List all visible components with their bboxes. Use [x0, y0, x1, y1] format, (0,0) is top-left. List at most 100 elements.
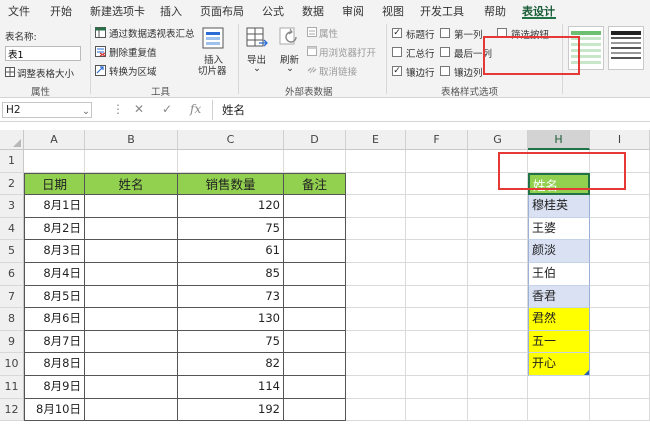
grid-cell[interactable]: [406, 195, 468, 218]
grid-cell[interactable]: [178, 150, 284, 173]
grid-cell[interactable]: [528, 398, 590, 422]
name-cell[interactable]: [85, 240, 178, 263]
remark-cell[interactable]: [284, 308, 346, 331]
row-header[interactable]: 9: [0, 330, 24, 354]
grid-cell[interactable]: [406, 398, 468, 422]
column-header-c[interactable]: C: [178, 130, 284, 150]
date-cell[interactable]: 8月7日: [24, 330, 85, 354]
date-cell[interactable]: 8月9日: [24, 376, 85, 399]
row-header[interactable]: 5: [0, 240, 24, 263]
convert-to-range-button[interactable]: 转换为区域: [95, 64, 195, 78]
tab-item[interactable]: 文件: [8, 3, 30, 19]
date-cell[interactable]: 8月3日: [24, 240, 85, 263]
grid-cell[interactable]: [346, 353, 406, 376]
remark-cell[interactable]: [284, 240, 346, 263]
grid-cell[interactable]: [590, 330, 650, 354]
grid-cell[interactable]: [468, 398, 528, 422]
grid-cell[interactable]: [406, 263, 468, 286]
quantity-cell[interactable]: 130: [178, 308, 284, 331]
table-style-thumbnail-dark[interactable]: [608, 26, 644, 70]
name-list-cell[interactable]: 开心: [528, 353, 590, 376]
date-cell[interactable]: 8月8日: [24, 353, 85, 376]
grid-cell[interactable]: [406, 172, 468, 196]
grid-cell[interactable]: [406, 150, 468, 173]
quantity-cell[interactable]: 120: [178, 195, 284, 218]
name-list-cell[interactable]: 五一: [528, 330, 590, 354]
remark-cell[interactable]: [284, 398, 346, 422]
name-list-cell[interactable]: 王婆: [528, 217, 590, 241]
date-cell[interactable]: 8月2日: [24, 217, 85, 241]
insert-function-icon[interactable]: fx: [190, 102, 201, 116]
tab-item[interactable]: 数据: [302, 3, 324, 19]
grid-cell[interactable]: [406, 240, 468, 263]
row-header[interactable]: 10: [0, 353, 24, 376]
remark-cell[interactable]: [284, 263, 346, 286]
tab-item[interactable]: 开发工具: [420, 3, 464, 19]
banded-rows-check[interactable]: ✓: [392, 66, 402, 76]
date-cell[interactable]: 8月10日: [24, 398, 85, 422]
remark-cell[interactable]: [284, 353, 346, 376]
grid-cell[interactable]: [528, 376, 590, 399]
table-header-cell[interactable]: 日期: [24, 172, 85, 196]
grid-cell[interactable]: [590, 240, 650, 263]
column-header-e[interactable]: E: [346, 130, 406, 150]
tab-item[interactable]: 新建选项卡: [90, 3, 145, 19]
column-header-g[interactable]: G: [468, 130, 528, 150]
confirm-icon[interactable]: ✓: [162, 102, 172, 116]
remark-cell[interactable]: [284, 330, 346, 354]
grid-cell[interactable]: [346, 398, 406, 422]
grid-cell[interactable]: [468, 195, 528, 218]
grid-cell[interactable]: [590, 195, 650, 218]
table-header-cell[interactable]: 备注: [284, 172, 346, 196]
tab-item[interactable]: 帮助: [484, 3, 506, 19]
name-cell[interactable]: [85, 308, 178, 331]
name-cell[interactable]: [85, 353, 178, 376]
row-header[interactable]: 4: [0, 217, 24, 241]
column-header-b[interactable]: B: [85, 130, 178, 150]
grid-cell[interactable]: [346, 376, 406, 399]
grid-cell[interactable]: [468, 217, 528, 241]
export-button[interactable]: 导出 ⌄: [242, 25, 272, 81]
last-column-check[interactable]: [440, 47, 450, 57]
grid-cell[interactable]: [346, 308, 406, 331]
total-row-checkbox[interactable]: 汇总行: [392, 46, 442, 60]
tab-item[interactable]: 开始: [50, 3, 72, 19]
column-header-a[interactable]: A: [24, 130, 85, 150]
cancel-icon[interactable]: ✕: [134, 102, 144, 116]
name-list-cell[interactable]: 君然: [528, 308, 590, 331]
quantity-cell[interactable]: 192: [178, 398, 284, 422]
column-header-d[interactable]: D: [284, 130, 346, 150]
column-header-i[interactable]: I: [590, 130, 650, 150]
grid-cell[interactable]: [406, 376, 468, 399]
grid-cell[interactable]: [590, 398, 650, 422]
refresh-button[interactable]: 刷新 ⌄: [275, 25, 305, 81]
name-list-cell[interactable]: 穆桂英: [528, 195, 590, 218]
quantity-cell[interactable]: 82: [178, 353, 284, 376]
table-name-input[interactable]: [5, 46, 81, 61]
total-row-check[interactable]: [392, 47, 402, 57]
remark-cell[interactable]: [284, 217, 346, 241]
grid-cell[interactable]: [468, 285, 528, 309]
grid-cell[interactable]: [468, 308, 528, 331]
grid-cell[interactable]: [346, 217, 406, 241]
tab-item[interactable]: 视图: [382, 3, 404, 19]
quantity-cell[interactable]: 61: [178, 240, 284, 263]
banded-rows-checkbox[interactable]: ✓ 镶边行: [392, 65, 442, 79]
grid-cell[interactable]: [590, 308, 650, 331]
grid-cell[interactable]: [468, 330, 528, 354]
row-header[interactable]: 1: [0, 150, 24, 173]
formula-input[interactable]: 姓名: [222, 102, 245, 118]
row-header[interactable]: 2: [0, 172, 24, 196]
remark-cell[interactable]: [284, 195, 346, 218]
remark-cell[interactable]: [284, 376, 346, 399]
quantity-cell[interactable]: 75: [178, 330, 284, 354]
table-resize-handle-icon[interactable]: [584, 370, 589, 375]
grid-cell[interactable]: [346, 240, 406, 263]
grid-cell[interactable]: [406, 285, 468, 309]
name-cell[interactable]: [85, 330, 178, 354]
grid-cell[interactable]: [406, 353, 468, 376]
grid-cell[interactable]: [85, 150, 178, 173]
quantity-cell[interactable]: 75: [178, 217, 284, 241]
name-cell[interactable]: [85, 263, 178, 286]
grid-cell[interactable]: [406, 308, 468, 331]
